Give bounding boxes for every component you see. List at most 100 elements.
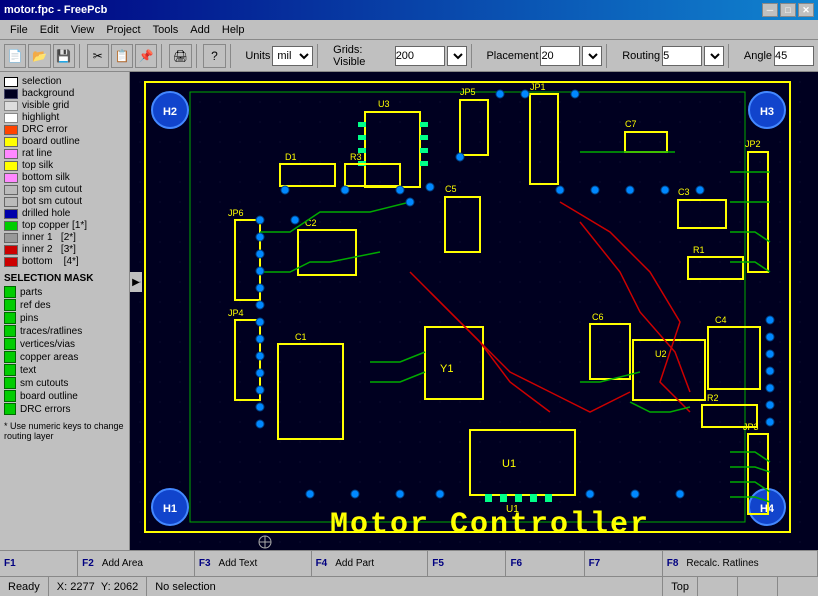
title-text: motor.fpc - FreePcb <box>4 4 107 16</box>
svg-text:U2: U2 <box>655 349 667 359</box>
cut-button[interactable]: ✂ <box>87 44 109 68</box>
mask-box-boardoutline <box>4 390 16 402</box>
grids-select[interactable]: ▼ <box>447 46 467 66</box>
pcb-canvas[interactable]: ▶ H2 H3 H1 <box>130 72 818 550</box>
layer-label-hole: drilled hole <box>22 208 70 219</box>
open-button[interactable]: 📂 <box>28 44 50 68</box>
layer-top-silk[interactable]: top silk <box>4 160 125 171</box>
placement-input[interactable] <box>540 46 580 66</box>
print-button[interactable]: 🖨 <box>169 44 191 68</box>
fk-f8-label: Recalc. Ratlines <box>682 556 762 571</box>
layer-drc-error[interactable]: DRC error <box>4 124 125 135</box>
layer-inner1[interactable]: inner 1 [2*] <box>4 232 125 243</box>
mask-label-traces: traces/ratlines <box>20 326 82 337</box>
layer-background[interactable]: background <box>4 88 125 99</box>
fk-f2[interactable]: F2 Add Area <box>78 551 195 576</box>
menu-help[interactable]: Help <box>216 22 251 38</box>
layer-inner2[interactable]: inner 2 [3*] <box>4 244 125 255</box>
layer-rat-line[interactable]: rat line <box>4 148 125 159</box>
statusbar: Ready X: 2277 Y: 2062 No selection Top <box>0 576 818 596</box>
grids-input[interactable] <box>395 46 445 66</box>
layer-board-outline[interactable]: board outline <box>4 136 125 147</box>
layer-color-background <box>4 89 18 99</box>
layer-color-drc <box>4 125 18 135</box>
angle-label: Angle <box>744 50 772 62</box>
svg-text:R3: R3 <box>350 152 362 162</box>
placement-select[interactable]: ▼ <box>582 46 602 66</box>
fk-f5[interactable]: F5 <box>428 551 506 576</box>
mask-label-boardoutline: board outline <box>20 391 78 402</box>
mask-traces[interactable]: traces/ratlines <box>4 325 125 337</box>
layer-selection[interactable]: selection <box>4 76 125 87</box>
fk-f6[interactable]: F6 <box>506 551 584 576</box>
mask-pins[interactable]: pins <box>4 312 125 324</box>
fk-f3-label: Add Text <box>215 556 262 571</box>
mask-copper[interactable]: copper areas <box>4 351 125 363</box>
fk-f2-key: F2 <box>78 556 98 571</box>
layer-top-sm[interactable]: top sm cutout <box>4 184 125 195</box>
separator-6 <box>471 44 475 68</box>
mask-smcutouts[interactable]: sm cutouts <box>4 377 125 389</box>
layer-bottom[interactable]: bottom [4*] <box>4 256 125 267</box>
layer-label-bottom: bottom [4*] <box>22 256 79 267</box>
fk-f7[interactable]: F7 <box>585 551 663 576</box>
layer-label-grid: visible grid <box>22 100 69 111</box>
layer-color-board <box>4 137 18 147</box>
menu-edit[interactable]: Edit <box>34 22 65 38</box>
save-button[interactable]: 💾 <box>53 44 75 68</box>
status-x-value: 2277 <box>70 581 94 593</box>
layer-label-botsilk: bottom silk <box>22 172 70 183</box>
close-button[interactable]: ✕ <box>798 3 814 17</box>
new-button[interactable]: 📄 <box>4 44 26 68</box>
layer-bot-sm[interactable]: bot sm cutout <box>4 196 125 207</box>
routing-input[interactable] <box>662 46 702 66</box>
fk-f1[interactable]: F1 <box>0 551 78 576</box>
svg-text:JP3: JP3 <box>743 422 759 432</box>
menu-project[interactable]: Project <box>100 22 146 38</box>
status-selection: No selection <box>147 577 663 596</box>
fk-f8[interactable]: F8 Recalc. Ratlines <box>663 551 818 576</box>
mask-parts[interactable]: parts <box>4 286 125 298</box>
mask-box-traces <box>4 325 16 337</box>
copy-button[interactable]: 📋 <box>111 44 133 68</box>
mask-drc[interactable]: DRC errors <box>4 403 125 415</box>
layer-color-botsilk <box>4 173 18 183</box>
routing-select[interactable]: ▼ <box>704 46 724 66</box>
svg-text:R1: R1 <box>693 245 705 255</box>
fk-f3[interactable]: F3 Add Text <box>195 551 312 576</box>
layer-bottom-silk[interactable]: bottom silk <box>4 172 125 183</box>
menu-add[interactable]: Add <box>184 22 216 38</box>
svg-text:C7: C7 <box>625 119 637 129</box>
grids-label: Grids: Visible <box>333 44 393 68</box>
fk-f8-key: F8 <box>663 556 683 571</box>
help-button[interactable]: ? <box>203 44 225 68</box>
mask-board-outline[interactable]: board outline <box>4 390 125 402</box>
mask-label-refdes: ref des <box>20 300 51 311</box>
selection-mask-title: SELECTION MASK <box>4 273 125 284</box>
separator-1 <box>79 44 83 68</box>
paste-button[interactable]: 📌 <box>135 44 157 68</box>
layer-highlight[interactable]: highlight <box>4 112 125 123</box>
mask-text[interactable]: text <box>4 364 125 376</box>
mask-label-smcutouts: sm cutouts <box>20 378 68 389</box>
layer-color-inner1 <box>4 233 18 243</box>
separator-8 <box>728 44 732 68</box>
menu-tools[interactable]: Tools <box>147 22 185 38</box>
angle-input[interactable] <box>774 46 814 66</box>
svg-text:JP4: JP4 <box>228 308 244 318</box>
menu-view[interactable]: View <box>65 22 101 38</box>
menu-file[interactable]: File <box>4 22 34 38</box>
fk-f4[interactable]: F4 Add Part <box>312 551 429 576</box>
mask-refdes[interactable]: ref des <box>4 299 125 311</box>
layer-label-inner2: inner 2 [3*] <box>22 244 76 255</box>
units-select[interactable]: mil mm <box>272 46 313 66</box>
layer-label-inner1: inner 1 [2*] <box>22 232 76 243</box>
maximize-button[interactable]: □ <box>780 3 796 17</box>
layer-visible-grid[interactable]: visible grid <box>4 100 125 111</box>
mask-verts[interactable]: vertices/vias <box>4 338 125 350</box>
status-y-value: 2062 <box>114 581 138 593</box>
layer-drilled-hole[interactable]: drilled hole <box>4 208 125 219</box>
layer-top-copper[interactable]: top copper [1*] <box>4 220 125 231</box>
fk-f1-label <box>20 562 28 566</box>
minimize-button[interactable]: ─ <box>762 3 778 17</box>
